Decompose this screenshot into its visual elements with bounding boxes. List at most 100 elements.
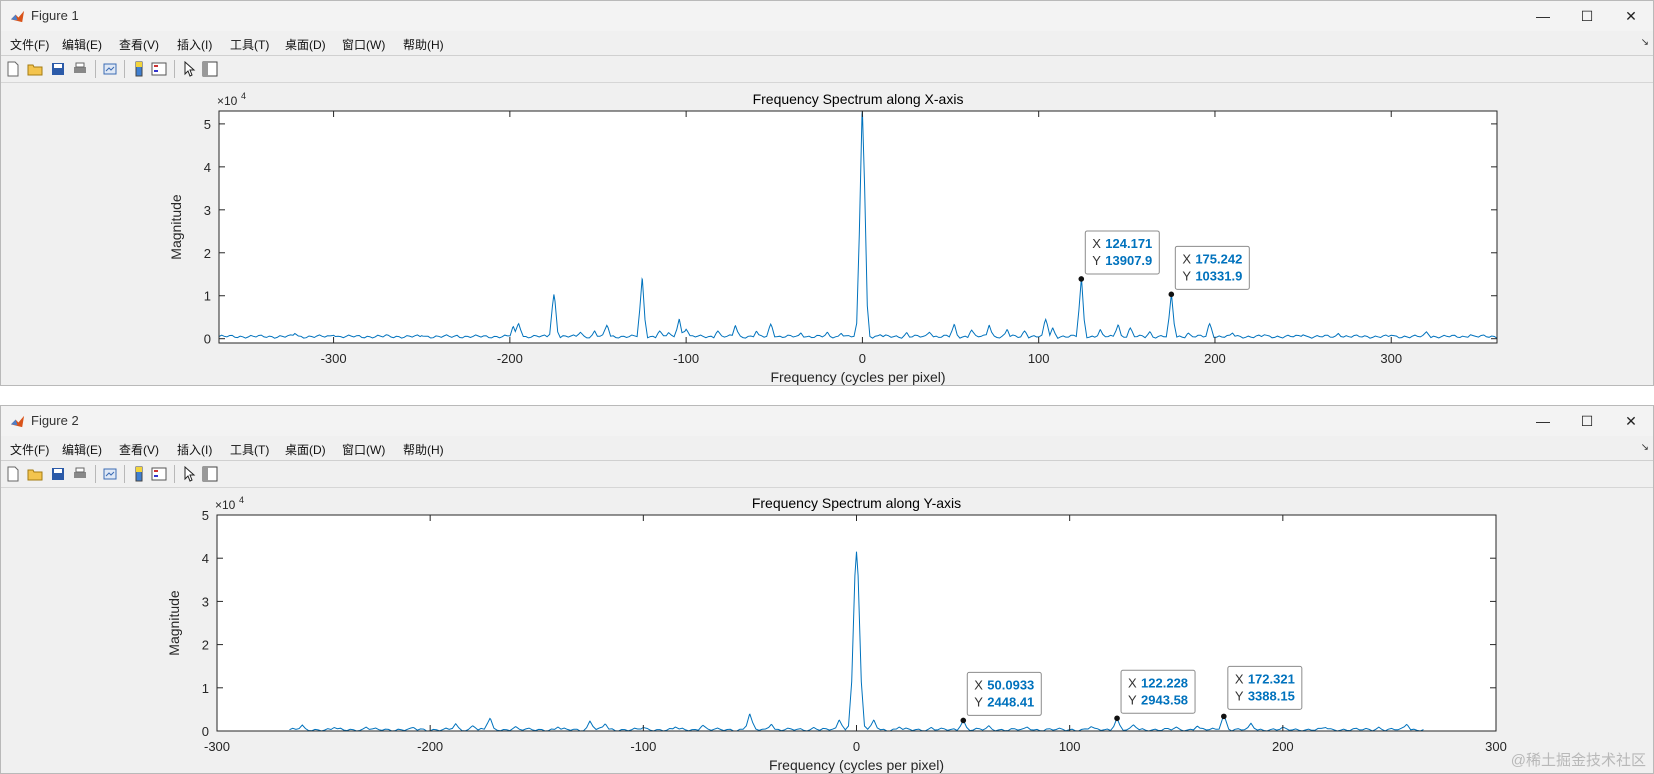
close-button[interactable]: ✕ xyxy=(1609,1,1653,31)
y-tick-label: 1 xyxy=(204,289,211,304)
spectrum-x-chart[interactable]: -300 -200 -100 0 100 200 300012345×10 4 Frequenc… xyxy=(1,83,1654,386)
insert-legend-icon[interactable] xyxy=(151,466,167,482)
insert-colorbar-icon[interactable] xyxy=(131,61,147,77)
y-exponent: 4 xyxy=(241,91,246,101)
minimize-icon: — xyxy=(1536,8,1550,24)
datatip-y-prefix: Y xyxy=(1128,692,1137,707)
datatip-y-value: 3388.15 xyxy=(1248,688,1295,703)
datatip-marker xyxy=(1221,713,1227,720)
y-tick-label: 3 xyxy=(202,594,209,609)
x-tick-label: -300 xyxy=(321,351,347,366)
x-tick-label: 0 xyxy=(853,739,860,754)
menu-view[interactable]: 查看(V) xyxy=(119,36,159,53)
undock-icon[interactable]: ↘ xyxy=(1641,37,1649,48)
insert-colorbar-icon[interactable] xyxy=(131,466,147,482)
y-tick-label: 3 xyxy=(204,203,211,218)
axes-background xyxy=(217,515,1496,731)
y-tick-label: 4 xyxy=(202,551,209,566)
datatip-x-prefix: X xyxy=(1128,675,1137,690)
window-title: Figure 1 xyxy=(31,8,79,23)
chart-title: Frequency Spectrum along X-axis xyxy=(753,91,964,107)
datatip-y-prefix: Y xyxy=(1235,688,1244,703)
menu-edit[interactable]: 编辑(E) xyxy=(62,36,102,53)
menu-desktop[interactable]: 桌面(D) xyxy=(285,441,326,458)
insert-legend-icon[interactable] xyxy=(151,61,167,77)
menu-file[interactable]: 文件(F) xyxy=(10,441,49,458)
datatip: X 172.321 Y 3388.15 xyxy=(1227,665,1303,710)
x-tick-label: -100 xyxy=(673,351,699,366)
datatip-marker xyxy=(1078,276,1085,282)
x-tick-label: -200 xyxy=(497,351,523,366)
property-inspector-icon[interactable] xyxy=(202,61,218,77)
minimize-button[interactable]: — xyxy=(1521,406,1565,436)
y-tick-label: 1 xyxy=(202,681,209,696)
datatip-x-prefix: X xyxy=(1235,671,1244,686)
watermark: @稀土掘金技术社区 xyxy=(1510,752,1646,769)
datatip-x-prefix: X xyxy=(974,677,983,692)
minimize-icon: — xyxy=(1536,413,1550,429)
menu-file[interactable]: 文件(F) xyxy=(10,36,49,53)
open-file-icon[interactable] xyxy=(27,61,43,77)
menu-window[interactable]: 窗口(W) xyxy=(342,441,385,458)
menu-insert[interactable]: 插入(I) xyxy=(177,441,212,458)
undock-icon[interactable]: ↘ xyxy=(1641,442,1649,453)
menu-desktop[interactable]: 桌面(D) xyxy=(285,36,326,53)
menu-help[interactable]: 帮助(H) xyxy=(403,441,444,458)
x-tick-label: 200 xyxy=(1204,351,1226,366)
menu-edit[interactable]: 编辑(E) xyxy=(62,441,102,458)
datatip-y-prefix: Y xyxy=(1092,253,1101,268)
menu-bar: 文件(F) 编辑(E) 查看(V) 插入(I) 工具(T) 桌面(D) 窗口(W… xyxy=(1,31,1653,56)
window-title: Figure 2 xyxy=(31,413,79,428)
print-icon[interactable] xyxy=(72,466,88,482)
figure-toolbar xyxy=(1,461,1653,488)
y-tick-label: 5 xyxy=(204,117,211,132)
minimize-button[interactable]: — xyxy=(1521,1,1565,31)
title-bar[interactable]: Figure 1 — ☐ ✕ xyxy=(1,1,1653,31)
menu-tools[interactable]: 工具(T) xyxy=(230,36,269,53)
y-exponent: 4 xyxy=(239,495,244,505)
maximize-icon: ☐ xyxy=(1580,7,1594,24)
x-tick-label: 0 xyxy=(859,351,866,366)
y-exponent-label: ×10 xyxy=(215,498,236,512)
datatip: X 175.242 Y 10331.9 xyxy=(1174,245,1250,290)
menu-window[interactable]: 窗口(W) xyxy=(342,36,385,53)
datatip-x-value: 122.228 xyxy=(1141,675,1188,690)
x-tick-label: 300 xyxy=(1380,351,1402,366)
maximize-button[interactable]: ☐ xyxy=(1565,406,1609,436)
y-axis-label: Magnitude xyxy=(166,590,182,656)
datatip: X 50.0933 Y 2448.41 xyxy=(966,671,1042,716)
y-tick-label: 2 xyxy=(202,638,209,653)
link-plot-icon[interactable] xyxy=(102,466,118,482)
toolbar-separator xyxy=(95,60,96,78)
spectrum-y-chart[interactable]: -300 -200 -100 0 100 200 300012345×10 4 Frequenc… xyxy=(1,488,1654,774)
toolbar-separator xyxy=(124,60,125,78)
open-file-icon[interactable] xyxy=(27,466,43,482)
x-tick-label: 100 xyxy=(1059,739,1081,754)
title-bar[interactable]: Figure 2 — ☐ ✕ xyxy=(1,406,1653,436)
x-tick-label: 100 xyxy=(1028,351,1050,366)
property-inspector-icon[interactable] xyxy=(202,466,218,482)
edit-plot-arrow-icon[interactable] xyxy=(181,466,197,482)
save-icon[interactable] xyxy=(50,61,66,77)
edit-plot-arrow-icon[interactable] xyxy=(181,61,197,77)
maximize-icon: ☐ xyxy=(1580,412,1594,429)
x-tick-label: -200 xyxy=(417,739,443,754)
datatip: X 122.228 Y 2943.58 xyxy=(1120,669,1196,714)
datatip-x-value: 124.171 xyxy=(1105,236,1152,251)
toolbar-separator xyxy=(174,60,175,78)
menu-insert[interactable]: 插入(I) xyxy=(177,36,212,53)
x-tick-label: 300 xyxy=(1485,739,1507,754)
menu-view[interactable]: 查看(V) xyxy=(119,441,159,458)
datatip-y-value: 10331.9 xyxy=(1195,268,1242,283)
menu-help[interactable]: 帮助(H) xyxy=(403,36,444,53)
new-figure-icon[interactable] xyxy=(5,466,21,482)
save-icon[interactable] xyxy=(50,466,66,482)
maximize-button[interactable]: ☐ xyxy=(1565,1,1609,31)
datatip-x-value: 50.0933 xyxy=(987,677,1034,692)
toolbar-separator xyxy=(124,465,125,483)
new-figure-icon[interactable] xyxy=(5,61,21,77)
close-button[interactable]: ✕ xyxy=(1609,406,1653,436)
menu-tools[interactable]: 工具(T) xyxy=(230,441,269,458)
link-plot-icon[interactable] xyxy=(102,61,118,77)
print-icon[interactable] xyxy=(72,61,88,77)
